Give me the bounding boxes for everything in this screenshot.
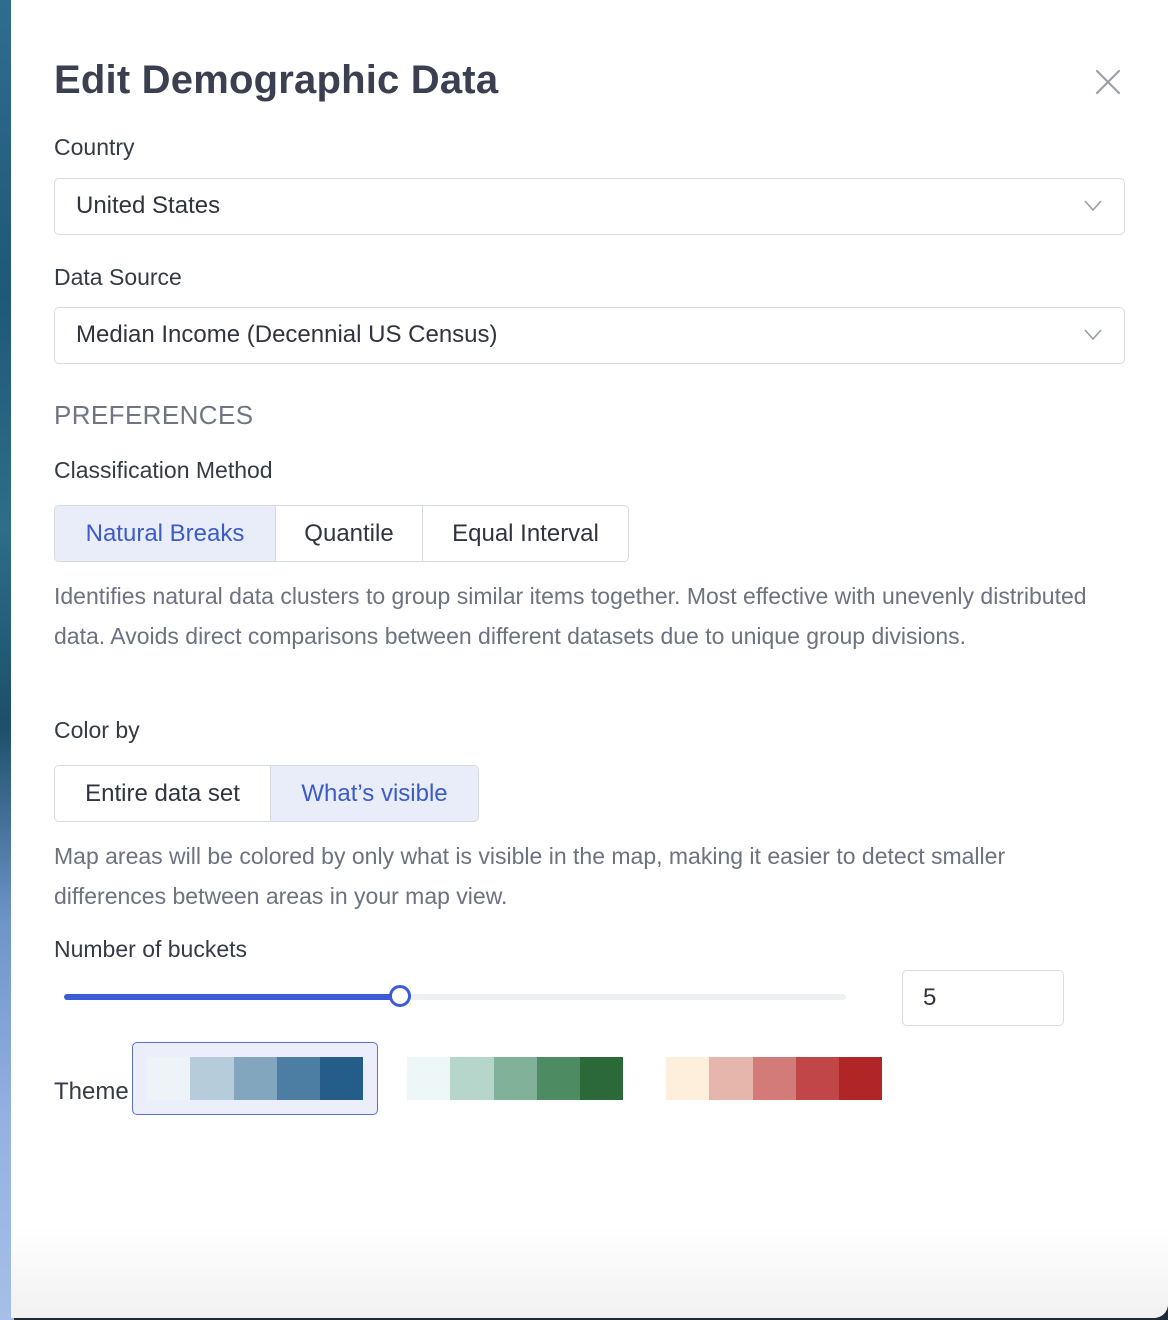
theme-swatch xyxy=(190,1057,234,1100)
color-by-option-entire-data-set[interactable]: Entire data set xyxy=(55,766,270,821)
buckets-slider[interactable] xyxy=(64,984,846,1012)
theme-swatch xyxy=(407,1057,451,1100)
chevron-down-icon xyxy=(1084,329,1102,341)
slider-thumb[interactable] xyxy=(389,985,411,1007)
theme-swatches xyxy=(407,1057,624,1100)
classification-option-equal-interval[interactable]: Equal Interval xyxy=(422,506,628,561)
data-source-value: Median Income (Decennial US Census) xyxy=(76,321,498,348)
theme-swatch xyxy=(666,1057,710,1100)
theme-swatch xyxy=(493,1057,537,1100)
color-by-option-whats-visible[interactable]: What’s visible xyxy=(270,766,478,821)
number-of-buckets-label: Number of buckets xyxy=(54,936,248,962)
data-source-label: Data Source xyxy=(54,264,182,290)
color-by-label: Color by xyxy=(54,717,140,743)
preferences-heading: PREFERENCES xyxy=(54,400,254,430)
theme-swatch xyxy=(752,1057,796,1100)
theme-option-green[interactable] xyxy=(392,1042,638,1115)
theme-swatch xyxy=(147,1057,191,1100)
edit-demographic-data-panel: Edit Demographic Data Country United Sta… xyxy=(11,0,1168,1318)
bottom-fade xyxy=(11,1228,1168,1318)
classification-option-natural-breaks[interactable]: Natural Breaks xyxy=(55,506,275,561)
classification-option-quantile[interactable]: Quantile xyxy=(275,506,422,561)
classification-method-label: Classification Method xyxy=(54,457,273,483)
color-by-description: Map areas will be colored by only what i… xyxy=(54,843,1006,909)
theme-option-red[interactable] xyxy=(651,1042,897,1115)
dialog-title: Edit Demographic Data xyxy=(54,58,499,102)
theme-swatch xyxy=(320,1057,364,1100)
classification-method-toggle: Natural Breaks Quantile Equal Interval xyxy=(54,505,629,562)
theme-swatch xyxy=(450,1057,494,1100)
slider-fill xyxy=(64,994,400,1000)
theme-swatch xyxy=(839,1057,883,1100)
close-icon[interactable] xyxy=(1092,66,1124,98)
country-label: Country xyxy=(54,134,135,160)
chevron-down-icon xyxy=(1084,200,1102,212)
theme-swatch xyxy=(580,1057,624,1100)
theme-option-blue[interactable] xyxy=(132,1042,378,1115)
theme-label: Theme xyxy=(54,1078,129,1105)
theme-swatch xyxy=(709,1057,753,1100)
country-value: United States xyxy=(76,192,221,219)
buckets-number-input[interactable] xyxy=(902,970,1064,1026)
theme-swatch xyxy=(233,1057,277,1100)
theme-swatch xyxy=(795,1057,840,1100)
color-by-toggle: Entire data set What’s visible xyxy=(54,765,479,822)
data-source-select[interactable]: Median Income (Decennial US Census) xyxy=(54,307,1125,364)
theme-swatch xyxy=(276,1057,321,1100)
country-select[interactable]: United States xyxy=(54,178,1125,235)
theme-swatches xyxy=(666,1057,883,1100)
classification-description: Identifies natural data clusters to grou… xyxy=(54,583,1087,649)
theme-swatch xyxy=(536,1057,581,1100)
theme-swatches xyxy=(147,1057,364,1100)
